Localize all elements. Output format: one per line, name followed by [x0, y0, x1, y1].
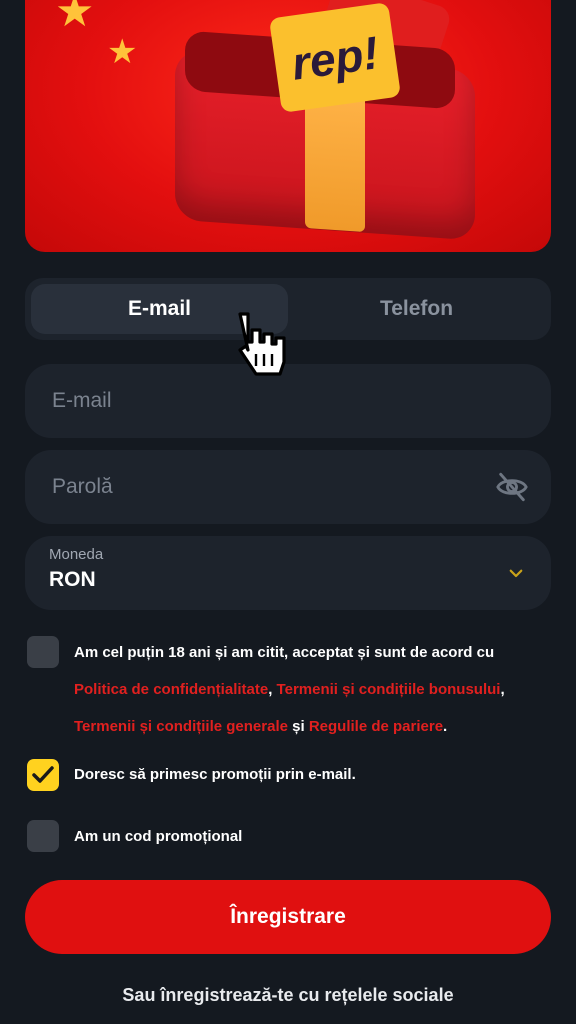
- promo-email-checkbox[interactable]: [27, 759, 59, 791]
- currency-label: Moneda: [49, 546, 104, 563]
- gift-box-illustration: rep!: [165, 0, 475, 241]
- bonus-ticket: rep!: [268, 2, 402, 113]
- promo-code-checkbox[interactable]: [27, 820, 59, 852]
- promo-code-label: Am un cod promoțional: [74, 828, 243, 845]
- social-signup-text[interactable]: Sau înregistrează-te cu rețelele sociale: [0, 985, 576, 1006]
- promo-email-label: Doresc să primesc promoții prin e-mail.: [74, 766, 356, 783]
- privacy-policy-link[interactable]: Politica de confidențialitate: [74, 681, 268, 698]
- age-terms-text: Am cel puțin 18 ani și am citit, accepta…: [74, 634, 544, 745]
- registration-page: ★ ★ rep! E-mail Telefon E-mail Parolă Mo…: [0, 0, 576, 1024]
- promo-banner: ★ ★ rep!: [25, 0, 551, 252]
- currency-select[interactable]: Moneda RON: [25, 536, 551, 610]
- eye-off-icon[interactable]: [495, 470, 529, 504]
- email-placeholder: E-mail: [52, 389, 112, 412]
- general-terms-link[interactable]: Termenii și condițiile generale: [74, 718, 288, 735]
- age-terms-prefix: Am cel puțin 18 ani și am citit, accepta…: [74, 644, 495, 661]
- period: .: [443, 718, 448, 735]
- separator: ,: [500, 681, 505, 698]
- checkmark-icon: [32, 766, 54, 783]
- currency-value: RON: [49, 568, 96, 591]
- tab-phone[interactable]: Telefon: [288, 284, 545, 334]
- bonus-terms-link[interactable]: Termenii și condițiile bonusului: [277, 681, 501, 698]
- chevron-down-icon: [509, 569, 523, 578]
- betting-rules-link[interactable]: Regulile de pariere: [309, 718, 443, 735]
- age-terms-checkbox[interactable]: [27, 636, 59, 668]
- star-icon: ★: [107, 33, 138, 71]
- gift-ribbon: [305, 87, 365, 233]
- hand-pointer-cursor-icon: [238, 312, 286, 376]
- password-field[interactable]: Parolă: [25, 450, 551, 524]
- separator: ,: [268, 681, 273, 698]
- register-button[interactable]: Înregistrare: [25, 880, 551, 954]
- star-icon: ★: [55, 0, 95, 36]
- password-placeholder: Parolă: [52, 475, 113, 498]
- and-text: și: [292, 718, 305, 735]
